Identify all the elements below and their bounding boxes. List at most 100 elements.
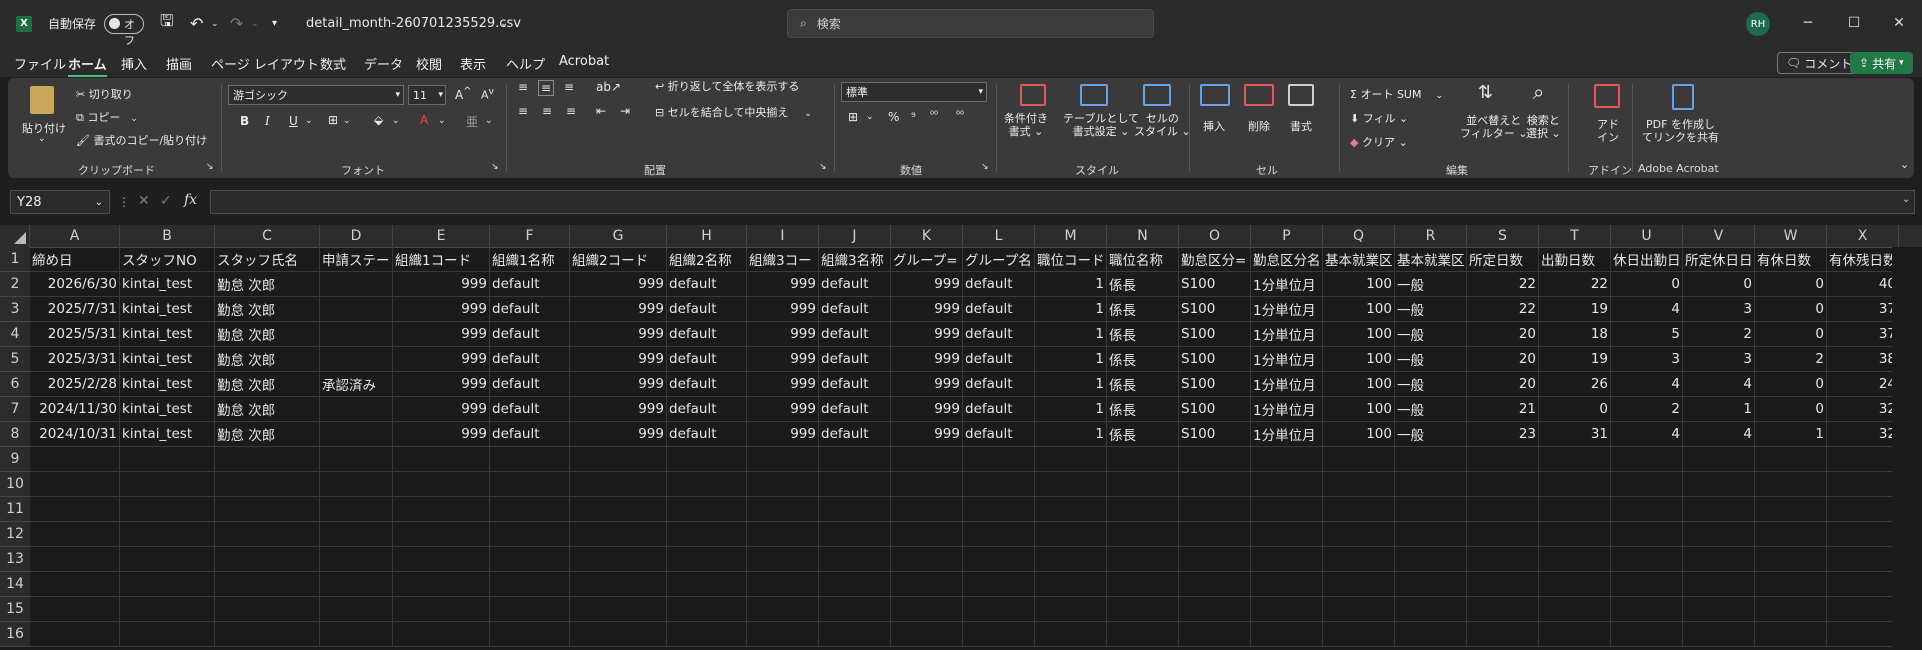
customize-qat-icon[interactable]: ▾	[272, 0, 277, 47]
cell[interactable]	[320, 347, 393, 372]
cell[interactable]	[1467, 522, 1539, 547]
column-header[interactable]: Q	[1323, 225, 1395, 247]
cell[interactable]: 999	[393, 372, 490, 397]
cell[interactable]: 999	[393, 397, 490, 422]
sort-filter-button[interactable]: 並べ替えと フィルター ⌄	[1460, 114, 1528, 140]
vertical-scroll-area[interactable]	[1892, 247, 1922, 650]
row-header[interactable]: 4	[0, 322, 30, 347]
cell[interactable]	[1827, 547, 1899, 572]
border-icon[interactable]: ⊞	[328, 113, 338, 127]
cell[interactable]	[1539, 522, 1611, 547]
cell[interactable]: 係長	[1107, 272, 1179, 297]
cell[interactable]: default	[667, 422, 747, 447]
cell[interactable]: 係長	[1107, 347, 1179, 372]
cell[interactable]	[891, 597, 963, 622]
cell[interactable]	[1395, 472, 1467, 497]
align-bottom-icon[interactable]: ≡	[564, 80, 574, 94]
cell[interactable]	[30, 447, 120, 472]
number-launcher-icon[interactable]: ↘	[981, 162, 989, 172]
close-icon[interactable]: ✕	[1888, 12, 1910, 34]
copy-button[interactable]: ⧉ コピー ⌄	[76, 109, 138, 125]
increase-indent-icon[interactable]: ⇥	[620, 104, 630, 118]
header-cell[interactable]: グループ=	[891, 247, 963, 272]
autosave-toggle[interactable]: オフ	[104, 0, 144, 47]
cell[interactable]: 999	[891, 422, 963, 447]
cell[interactable]: default	[819, 272, 891, 297]
cell[interactable]	[667, 522, 747, 547]
increase-font-icon[interactable]: A^	[455, 86, 472, 102]
align-center-icon[interactable]: ≡	[542, 104, 552, 118]
cell[interactable]	[1611, 547, 1683, 572]
ribbon-collapse-icon[interactable]: ⌄	[1900, 158, 1909, 171]
header-cell[interactable]: 有休日数	[1755, 247, 1827, 272]
cell[interactable]: 100	[1323, 397, 1395, 422]
cell[interactable]	[1539, 622, 1611, 647]
cell[interactable]: 21	[1467, 397, 1539, 422]
cell[interactable]	[1539, 447, 1611, 472]
cell[interactable]	[1395, 547, 1467, 572]
cell[interactable]: 承認済み	[320, 372, 393, 397]
cell[interactable]	[320, 297, 393, 322]
decrease-decimal-icon[interactable]: ⁰⁰	[956, 110, 964, 121]
row-header[interactable]: 12	[0, 522, 30, 547]
cell[interactable]	[120, 547, 215, 572]
cell[interactable]: 1分単位月	[1251, 347, 1323, 372]
cell[interactable]	[393, 447, 490, 472]
format-as-table-icon[interactable]	[1080, 84, 1108, 106]
column-header[interactable]: I	[747, 225, 819, 247]
cell[interactable]	[1611, 622, 1683, 647]
cell[interactable]: 3	[1683, 347, 1755, 372]
cell[interactable]: 勤怠 次郎	[215, 347, 320, 372]
cell[interactable]: kintai_test	[120, 297, 215, 322]
cell[interactable]	[963, 497, 1035, 522]
cell[interactable]	[1035, 622, 1107, 647]
cell[interactable]	[393, 522, 490, 547]
cell[interactable]: 係長	[1107, 322, 1179, 347]
cell[interactable]	[30, 597, 120, 622]
cell[interactable]	[891, 622, 963, 647]
cell[interactable]	[1323, 497, 1395, 522]
cell[interactable]	[1827, 497, 1899, 522]
conditional-format-button[interactable]: 条件付き 書式 ⌄	[1004, 112, 1048, 138]
cell[interactable]	[1755, 497, 1827, 522]
cell[interactable]: 一般	[1395, 372, 1467, 397]
cell[interactable]: 0	[1755, 272, 1827, 297]
cell[interactable]: 19	[1539, 347, 1611, 372]
row-header[interactable]: 5	[0, 347, 30, 372]
cell[interactable]	[1251, 547, 1323, 572]
cell[interactable]	[490, 572, 570, 597]
cell[interactable]	[1755, 622, 1827, 647]
cell[interactable]	[667, 572, 747, 597]
delete-cells-button[interactable]: 削除	[1248, 118, 1270, 134]
cell[interactable]: 一般	[1395, 397, 1467, 422]
cell[interactable]	[1179, 547, 1251, 572]
cell[interactable]	[1035, 472, 1107, 497]
cell[interactable]: 999	[393, 297, 490, 322]
cell[interactable]	[320, 422, 393, 447]
cell[interactable]	[30, 522, 120, 547]
paste-icon[interactable]	[30, 86, 54, 114]
cell[interactable]	[120, 447, 215, 472]
format-cells-icon[interactable]	[1288, 84, 1314, 106]
italic-icon[interactable]: I	[265, 114, 270, 128]
cell[interactable]: 999	[747, 272, 819, 297]
column-header[interactable]: C	[215, 225, 320, 247]
header-cell[interactable]: 勤怠区分=	[1179, 247, 1251, 272]
cell[interactable]	[1827, 572, 1899, 597]
cell[interactable]: default	[667, 397, 747, 422]
align-right-icon[interactable]: ≡	[566, 104, 576, 118]
column-header[interactable]: H	[667, 225, 747, 247]
cell[interactable]: 20	[1467, 372, 1539, 397]
cell[interactable]	[1827, 472, 1899, 497]
cell[interactable]	[667, 497, 747, 522]
cell[interactable]	[1035, 447, 1107, 472]
cell[interactable]	[963, 447, 1035, 472]
cell[interactable]	[963, 522, 1035, 547]
cell[interactable]	[1755, 522, 1827, 547]
cell[interactable]: 999	[891, 397, 963, 422]
cell[interactable]	[667, 547, 747, 572]
row-header[interactable]: 11	[0, 497, 30, 522]
column-header[interactable]: F	[490, 225, 570, 247]
cell[interactable]	[30, 472, 120, 497]
cell[interactable]: 勤怠 次郎	[215, 372, 320, 397]
